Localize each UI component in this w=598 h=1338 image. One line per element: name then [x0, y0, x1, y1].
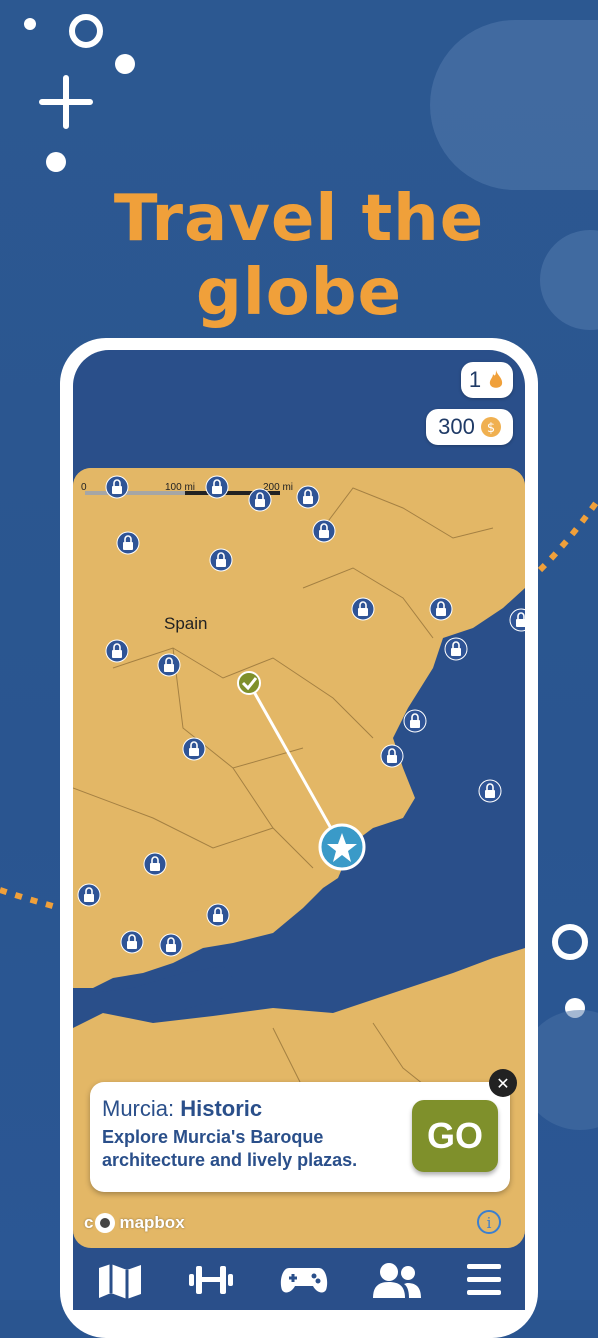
card-category: Historic — [180, 1096, 263, 1121]
lock-marker[interactable] — [351, 597, 375, 621]
mapbox-text: mapbox — [119, 1213, 185, 1232]
lock-marker[interactable] — [159, 933, 183, 957]
card-city: Murcia: — [102, 1096, 175, 1121]
coin-icon: $ — [480, 417, 501, 437]
lock-marker[interactable] — [120, 930, 144, 954]
dumbbell-icon[interactable] — [187, 1262, 235, 1296]
lock-marker[interactable] — [380, 744, 404, 768]
svg-text:i: i — [487, 1214, 492, 1232]
map-icon[interactable] — [97, 1262, 143, 1300]
gamepad-icon[interactable] — [279, 1262, 329, 1296]
lock-marker[interactable] — [205, 475, 229, 499]
lock-marker[interactable] — [206, 903, 230, 927]
lock-marker[interactable] — [182, 737, 206, 761]
lock-marker[interactable] — [105, 475, 129, 499]
info-icon[interactable]: i — [476, 1209, 502, 1235]
mapbox-logo-icon — [95, 1213, 116, 1233]
lock-marker[interactable] — [296, 485, 320, 509]
attribution-prefix: c — [84, 1213, 94, 1232]
go-button[interactable]: GO — [412, 1100, 498, 1172]
lock-marker[interactable] — [143, 852, 167, 876]
streak-count: 1 — [468, 367, 482, 392]
streak-badge[interactable]: 1 — [461, 362, 513, 398]
lock-marker[interactable] — [403, 709, 427, 733]
headline: Travel the globe — [113, 182, 485, 330]
scale-mid: 100 mi — [165, 482, 195, 493]
visited-marker[interactable] — [237, 671, 261, 695]
destination-card[interactable]: Murcia: Historic Explore Murcia's Baroqu… — [90, 1082, 510, 1192]
friends-icon[interactable] — [371, 1262, 423, 1298]
menu-icon[interactable] — [465, 1262, 503, 1296]
current-destination-marker[interactable] — [318, 823, 366, 871]
close-icon: ✕ — [496, 1073, 510, 1093]
lock-marker[interactable] — [116, 531, 140, 555]
coins-badge[interactable]: 300 $ — [426, 409, 513, 445]
lock-marker[interactable] — [312, 519, 336, 543]
bottom-nav — [73, 1248, 525, 1300]
lock-marker[interactable] — [209, 548, 233, 572]
scale-zero: 0 — [81, 482, 87, 493]
lock-marker[interactable] — [429, 597, 453, 621]
country-label: Spain — [164, 614, 207, 633]
lock-marker[interactable] — [157, 653, 181, 677]
mapbox-attribution: c mapbox — [84, 1212, 185, 1234]
coins-count: 300 — [438, 414, 475, 439]
svg-text:$: $ — [487, 421, 495, 436]
flame-icon — [489, 370, 503, 388]
lock-marker[interactable] — [478, 779, 502, 803]
lock-marker[interactable] — [105, 639, 129, 663]
lock-marker[interactable] — [444, 637, 468, 661]
card-description: Explore Murcia's Baroque architecture an… — [102, 1127, 358, 1170]
lock-marker[interactable] — [77, 883, 101, 907]
close-card-button[interactable]: ✕ — [489, 1069, 517, 1097]
lock-marker[interactable] — [248, 488, 272, 512]
card-title: Murcia: Historic — [102, 1096, 262, 1122]
